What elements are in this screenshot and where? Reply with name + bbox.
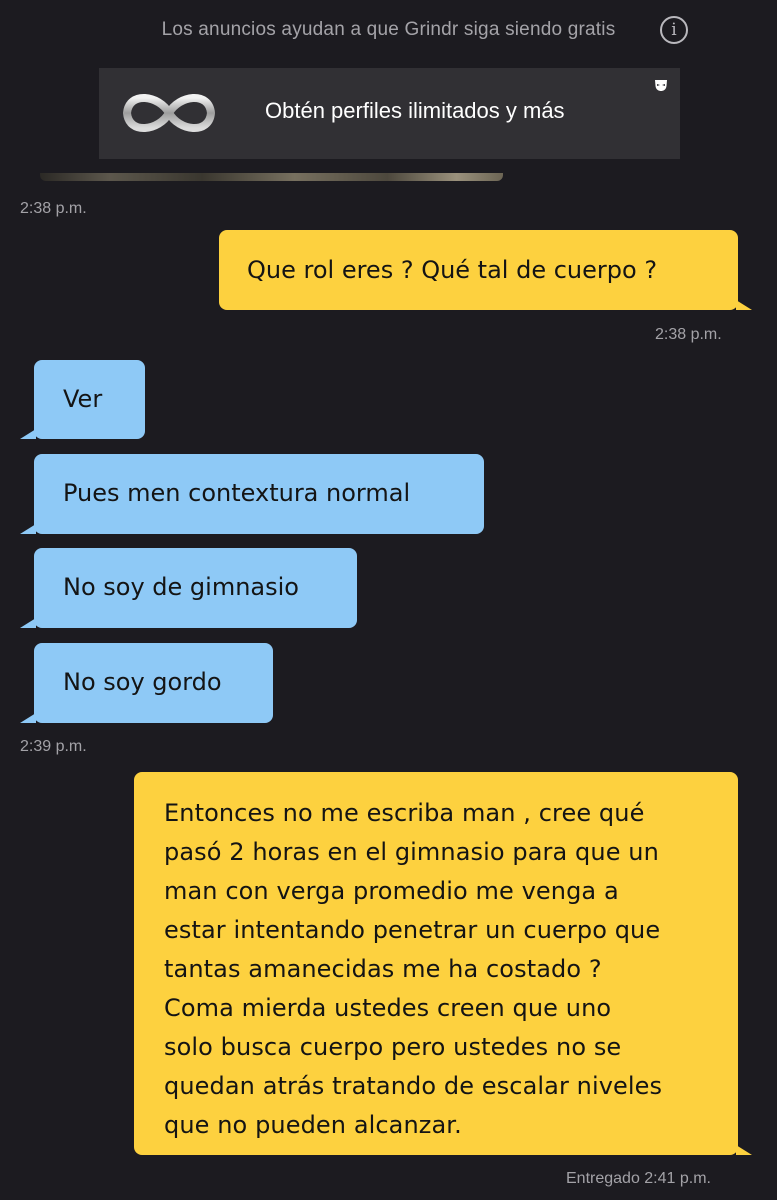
received-message-bubble[interactable]: No soy de gimnasio: [34, 548, 357, 628]
bubble-tail: [20, 618, 36, 628]
sent-message-bubble[interactable]: Entonces no me escriba man , cree qué pa…: [134, 772, 738, 1155]
ad-banner-text: Obtén perfiles ilimitados y más: [265, 98, 565, 123]
sent-message-bubble[interactable]: Que rol eres ? Qué tal de cuerpo ?: [219, 230, 738, 310]
grindr-mask-icon: [655, 80, 667, 91]
bubble-tail: [20, 713, 36, 723]
infinity-icon: [123, 94, 215, 132]
delivered-timestamp: Entregado 2:41 p.m.: [566, 1170, 711, 1187]
message-text: No soy gordo: [63, 668, 222, 696]
bubble-tail: [736, 300, 752, 310]
message-timestamp: 2:38 p.m.: [20, 200, 87, 217]
message-text: Entonces no me escriba man , cree qué pa…: [164, 799, 663, 1139]
message-text: No soy de gimnasio: [63, 573, 299, 601]
bubble-tail: [736, 1145, 752, 1155]
bubble-tail: [20, 524, 36, 534]
message-text: Pues men contextura normal: [63, 479, 411, 507]
message-timestamp: 2:38 p.m.: [655, 326, 722, 343]
message-timestamp: 2:39 p.m.: [20, 738, 87, 755]
bubble-tail: [20, 429, 36, 439]
photo-message-edge[interactable]: [40, 173, 503, 181]
message-text: Ver: [63, 385, 103, 413]
received-message-bubble[interactable]: No soy gordo: [34, 643, 273, 723]
received-message-bubble[interactable]: Ver: [34, 360, 145, 439]
ad-banner[interactable]: Obtén perfiles ilimitados y más: [99, 68, 680, 159]
info-icon[interactable]: i: [660, 16, 688, 44]
message-text: Que rol eres ? Qué tal de cuerpo ?: [247, 256, 658, 284]
ad-notice-text: Los anuncios ayudan a que Grindr siga si…: [161, 19, 616, 40]
received-message-bubble[interactable]: Pues men contextura normal: [34, 454, 484, 534]
